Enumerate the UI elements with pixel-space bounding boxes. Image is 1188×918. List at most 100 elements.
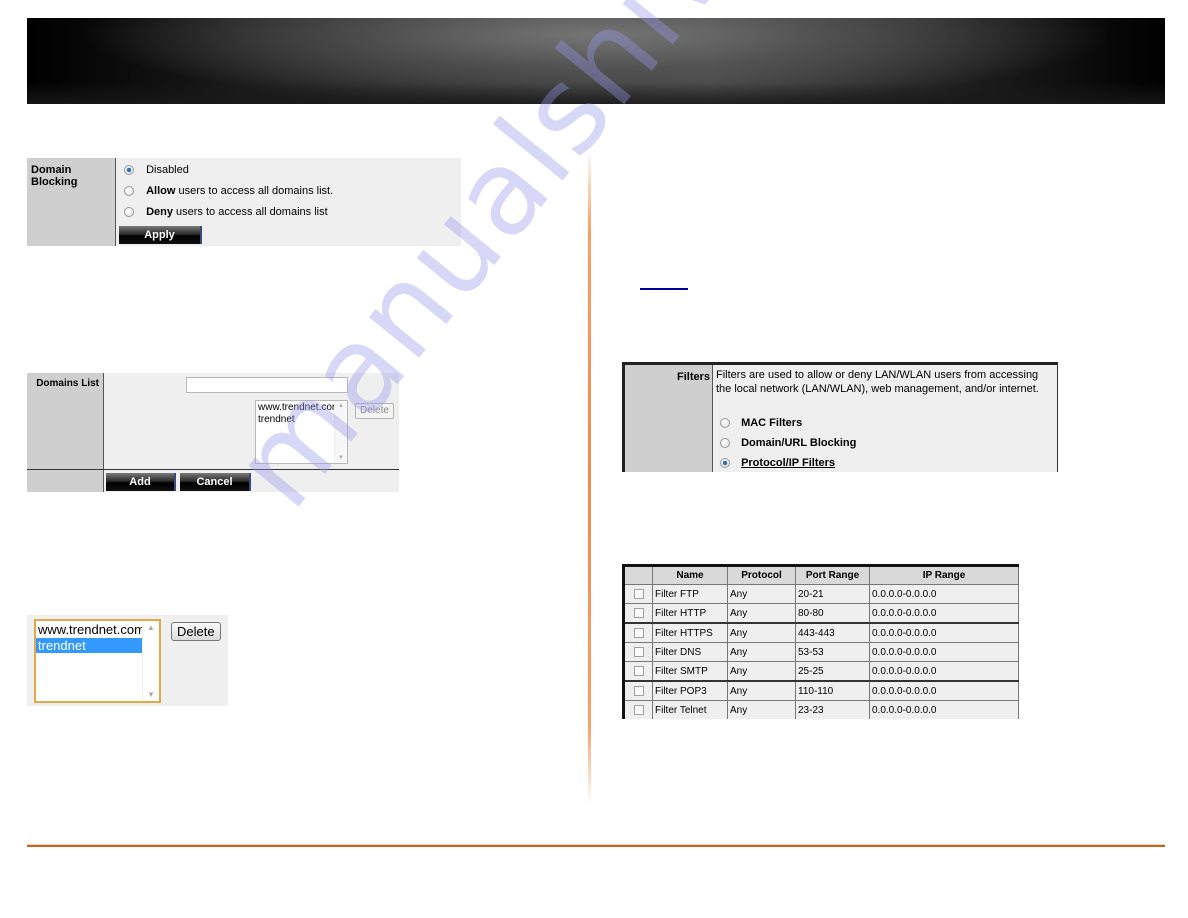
- cell-port-range: 53-53: [795, 642, 870, 662]
- radio-label: Domain/URL Blocking: [741, 437, 857, 449]
- row-checkbox[interactable]: [633, 607, 644, 618]
- cell-protocol: Any: [727, 603, 796, 624]
- header-banner: [27, 18, 1165, 104]
- cell-name: Filter SMTP: [652, 661, 728, 682]
- row-checkbox[interactable]: [633, 685, 644, 696]
- cell-name: Filter FTP: [652, 584, 728, 604]
- cell-protocol: Any: [727, 642, 796, 662]
- filters-panel: Filters Filters are used to allow or den…: [622, 362, 1058, 472]
- list-item[interactable]: www.trendnet.com: [36, 621, 146, 638]
- cell-ip-range: 0.0.0.0-0.0.0.0: [869, 681, 1019, 701]
- cell-ip-range: 0.0.0.0-0.0.0.0: [869, 603, 1019, 624]
- cell-port-range: 23-23: [795, 700, 870, 719]
- cell-name: Filter DNS: [652, 642, 728, 662]
- cancel-button[interactable]: Cancel: [180, 473, 251, 491]
- cell-protocol: Any: [727, 661, 796, 682]
- filter-rules-table: Name Protocol Port Range IP Range Filter…: [622, 564, 1019, 719]
- column-header-ip-range: IP Range: [869, 565, 1019, 585]
- filters-label-cell: Filters: [625, 365, 713, 472]
- radio-button[interactable]: [720, 418, 730, 429]
- column-divider: [588, 150, 591, 805]
- scroll-up-arrow-icon[interactable]: ▲: [335, 403, 347, 409]
- row-checkbox[interactable]: [633, 588, 644, 599]
- cell-name: Filter HTTP: [652, 603, 728, 624]
- domains-list-panel: Domains List www.trendnet.com trendnet ▲…: [27, 373, 399, 492]
- cell-name: Filter Telnet: [652, 700, 728, 719]
- radio-label: MAC Filters: [741, 417, 803, 429]
- column-header-port-range: Port Range: [795, 565, 870, 585]
- radio-label-bold: Deny: [146, 206, 173, 218]
- table-row: Filter HTTPS Any 443-443 0.0.0.0-0.0.0.0: [623, 623, 1019, 643]
- table-header-row: Name Protocol Port Range IP Range: [623, 565, 1019, 585]
- cell-protocol: Any: [727, 700, 796, 719]
- cell-port-range: 80-80: [795, 603, 870, 624]
- cell-ip-range: 0.0.0.0-0.0.0.0: [869, 700, 1019, 719]
- cell-ip-range: 0.0.0.0-0.0.0.0: [869, 623, 1019, 643]
- table-row: Filter SMTP Any 25-25 0.0.0.0-0.0.0.0: [623, 661, 1019, 682]
- domain-input[interactable]: [186, 377, 348, 393]
- table-row: Filter HTTP Any 80-80 0.0.0.0-0.0.0.0: [623, 603, 1019, 624]
- row-checkbox[interactable]: [633, 627, 644, 638]
- cell-protocol: Any: [727, 584, 796, 604]
- radio-option-deny[interactable]: Deny users to access all domains list: [124, 206, 328, 218]
- cell-protocol: Any: [727, 623, 796, 643]
- domains-listbox-focused[interactable]: www.trendnet.com trendnet ▲ ▼: [34, 619, 161, 703]
- cell-name: Filter POP3: [652, 681, 728, 701]
- domain-blocking-label-cell: Domain Blocking: [27, 158, 116, 246]
- table-row: Filter POP3 Any 110-110 0.0.0.0-0.0.0.0: [623, 681, 1019, 701]
- radio-button[interactable]: [124, 165, 134, 176]
- domain-blocking-panel: Domain Blocking Disabled Allow users to …: [27, 158, 461, 246]
- cell-ip-range: 0.0.0.0-0.0.0.0: [869, 661, 1019, 682]
- apply-button[interactable]: Apply: [119, 226, 202, 244]
- radio-option-mac-filters[interactable]: MAC Filters: [720, 417, 802, 429]
- scroll-down-arrow-icon[interactable]: ▼: [335, 455, 347, 461]
- scroll-up-arrow-icon[interactable]: ▲: [143, 623, 159, 632]
- cell-protocol: Any: [727, 681, 796, 701]
- delete-button-large[interactable]: Delete: [171, 622, 221, 641]
- scroll-down-arrow-icon[interactable]: ▼: [143, 690, 159, 699]
- cell-ip-range: 0.0.0.0-0.0.0.0: [869, 642, 1019, 662]
- radio-label: Disabled: [146, 164, 189, 176]
- row-checkbox[interactable]: [633, 646, 644, 657]
- radio-option-protocol-ip-filters[interactable]: Protocol/IP Filters: [720, 457, 835, 469]
- add-button[interactable]: Add: [106, 473, 176, 491]
- footer-rule: [27, 845, 1165, 847]
- radio-label: users to access all domains list.: [175, 185, 334, 197]
- radio-label: Protocol/IP Filters: [741, 457, 835, 469]
- inline-link[interactable]: [640, 280, 688, 290]
- table-row: Filter Telnet Any 23-23 0.0.0.0-0.0.0.0: [623, 700, 1019, 719]
- domains-listbox[interactable]: www.trendnet.com trendnet ▲ ▼: [255, 400, 348, 464]
- cell-port-range: 20-21: [795, 584, 870, 604]
- scrollbar[interactable]: ▲ ▼: [142, 621, 159, 701]
- row-checkbox[interactable]: [633, 704, 644, 715]
- column-header-select: [623, 565, 653, 585]
- radio-button[interactable]: [720, 438, 730, 449]
- radio-option-disabled[interactable]: Disabled: [124, 164, 189, 176]
- domains-list-label: Domains List: [36, 378, 99, 389]
- radio-label-bold: Allow: [146, 185, 176, 197]
- filters-label: Filters: [676, 371, 710, 383]
- cell-port-range: 25-25: [795, 661, 870, 682]
- radio-button[interactable]: [124, 207, 134, 218]
- domain-blocking-label: Domain Blocking: [31, 164, 78, 188]
- row-checkbox[interactable]: [633, 665, 644, 676]
- selection-example-panel: www.trendnet.com trendnet ▲ ▼ Delete: [27, 615, 228, 706]
- radio-button[interactable]: [124, 186, 134, 197]
- radio-option-domain-url-blocking[interactable]: Domain/URL Blocking: [720, 437, 856, 449]
- filters-description: Filters are used to allow or deny LAN/WL…: [716, 369, 1039, 395]
- column-header-name: Name: [652, 565, 728, 585]
- domains-list-separator: [27, 469, 399, 470]
- table-row: Filter FTP Any 20-21 0.0.0.0-0.0.0.0: [623, 584, 1019, 604]
- list-item-selected[interactable]: trendnet: [36, 638, 144, 653]
- radio-label: users to access all domains list: [172, 206, 328, 218]
- scrollbar[interactable]: ▲ ▼: [334, 401, 347, 463]
- radio-button[interactable]: [720, 458, 730, 469]
- table-row: Filter DNS Any 53-53 0.0.0.0-0.0.0.0: [623, 642, 1019, 662]
- cell-ip-range: 0.0.0.0-0.0.0.0: [869, 584, 1019, 604]
- radio-option-allow[interactable]: Allow users to access all domains list.: [124, 185, 333, 197]
- delete-button[interactable]: Delete: [355, 403, 394, 419]
- cell-name: Filter HTTPS: [652, 623, 728, 643]
- column-header-protocol: Protocol: [727, 565, 796, 585]
- cell-port-range: 443-443: [795, 623, 870, 643]
- cell-port-range: 110-110: [795, 681, 870, 701]
